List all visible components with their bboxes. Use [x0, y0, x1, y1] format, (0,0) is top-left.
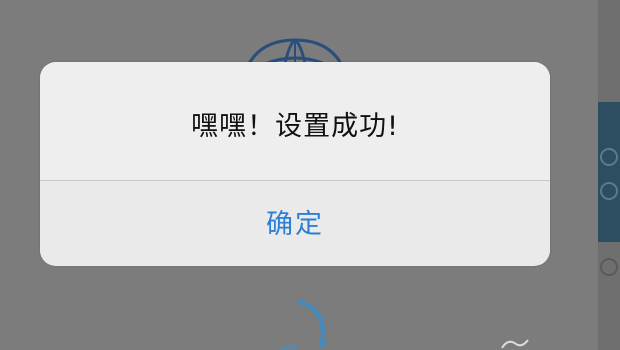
loading-spinner-icon — [279, 299, 326, 350]
side-panel-card — [598, 102, 620, 242]
side-circle-icon — [600, 182, 618, 200]
alert-title: 嘿嘿！设置成功! — [191, 110, 399, 142]
alert-message-area: 嘿嘿！设置成功! — [40, 62, 550, 180]
watermark-icon — [501, 339, 529, 349]
confirm-button[interactable]: 确定 — [40, 181, 550, 265]
confirm-button-label: 确定 — [266, 208, 324, 240]
side-circle-icon — [600, 148, 618, 166]
side-circle-icon — [600, 258, 618, 276]
alert-dialog: 嘿嘿！设置成功! 确定 — [40, 62, 550, 266]
